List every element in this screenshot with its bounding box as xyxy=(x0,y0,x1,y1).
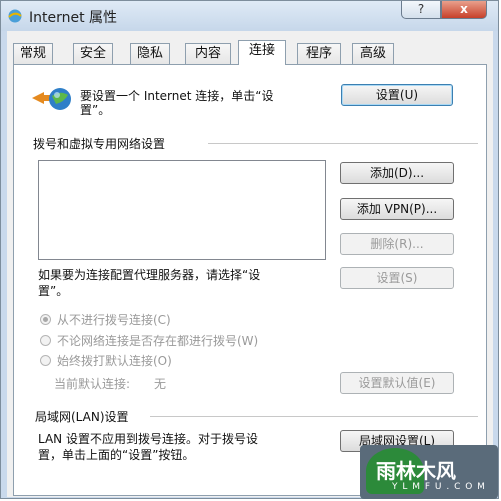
tab-privacy[interactable]: 隐私 xyxy=(130,43,170,64)
current-default-label: 当前默认连接: xyxy=(54,377,131,391)
radio-dial-always-label: 不论网络连接是否存在都进行拨号(W) xyxy=(57,334,259,348)
radio-dial-default-label: 始终拨打默认连接(O) xyxy=(57,354,172,368)
add-vpn-button[interactable]: 添加 VPN(P)... xyxy=(340,198,454,220)
tab-advanced[interactable]: 高级 xyxy=(352,43,394,64)
tab-security[interactable]: 安全 xyxy=(73,43,113,64)
lan-text-line1: LAN 设置不应用到拨号连接。对于拨号设 xyxy=(38,432,258,446)
lan-section-title: 局域网(LAN)设置 xyxy=(35,410,129,424)
remove-button[interactable]: 删除(R)... xyxy=(340,233,454,255)
connections-listbox[interactable] xyxy=(38,160,326,260)
add-button[interactable]: 添加(D)... xyxy=(340,162,454,184)
proxy-text-line2: 置”。 xyxy=(38,284,69,298)
radio-dial-default[interactable] xyxy=(40,355,51,366)
connection-wizard-icon xyxy=(32,88,71,110)
setup-button[interactable]: 设置(U) xyxy=(341,84,453,106)
window-title: Internet 属性 xyxy=(29,10,118,26)
internet-explorer-icon xyxy=(8,9,22,23)
watermark-text: 雨林木风 xyxy=(376,459,456,483)
setup-text-line2: 置”。 xyxy=(80,103,111,117)
radio-dial-always[interactable] xyxy=(40,335,51,346)
lan-separator xyxy=(150,416,478,417)
tab-content[interactable]: 内容 xyxy=(185,43,231,64)
tab-connections[interactable]: 连接 xyxy=(238,40,286,65)
tab-programs[interactable]: 程序 xyxy=(297,43,341,64)
radio-never-dial-label: 从不进行拨号连接(C) xyxy=(57,313,171,327)
proxy-text-line1: 如果要为连接配置代理服务器，请选择“设 xyxy=(38,268,261,282)
lan-text-line2: 置，单击上面的“设置”按钮。 xyxy=(38,448,195,462)
dialup-section-title: 拨号和虚拟专用网络设置 xyxy=(33,137,166,151)
set-default-button[interactable]: 设置默认值(E) xyxy=(340,372,454,394)
settings-button[interactable]: 设置(S) xyxy=(340,267,454,289)
close-button[interactable]: x xyxy=(441,1,487,19)
watermark-url: Y L M F U . C O M xyxy=(392,482,486,492)
tab-general[interactable]: 常规 xyxy=(13,43,53,64)
radio-never-dial[interactable] xyxy=(40,314,51,325)
current-default-value: 无 xyxy=(154,377,167,391)
dialup-separator xyxy=(208,143,478,144)
help-button[interactable]: ? xyxy=(401,1,441,19)
